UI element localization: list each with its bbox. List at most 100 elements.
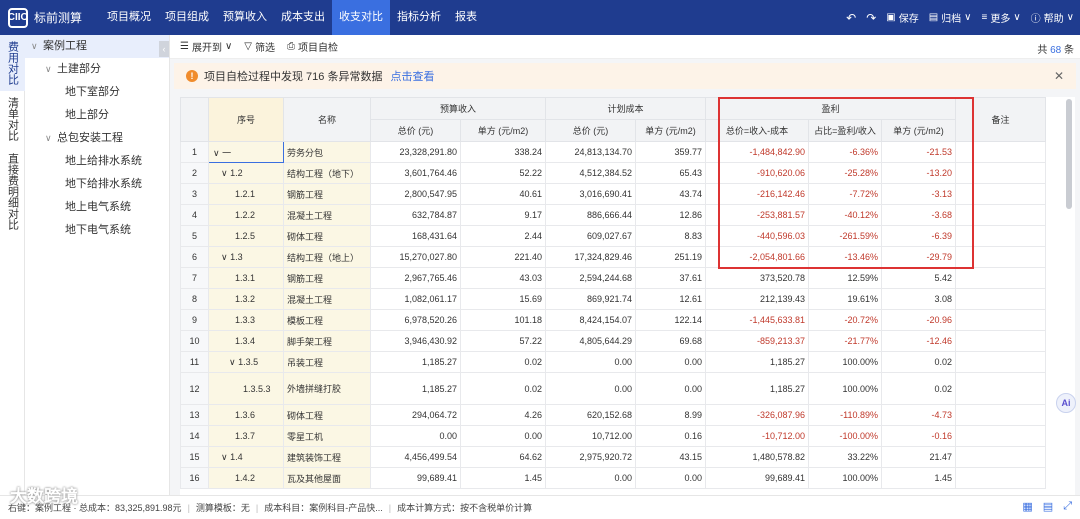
cell-plan-unit[interactable]: 122.14: [635, 309, 706, 331]
cell-budget-unit[interactable]: 338.24: [460, 141, 546, 163]
vtab-compare[interactable]: 费用对比: [0, 35, 25, 91]
alert-view-link[interactable]: 点击查看: [390, 68, 434, 84]
cell-budget-unit[interactable]: 1.45: [460, 467, 546, 489]
cell-plan-total[interactable]: 24,813,134.70: [545, 141, 636, 163]
cell-plan-total[interactable]: 4,805,644.29: [545, 330, 636, 352]
cell-profit-total[interactable]: -1,484,842.90: [705, 141, 809, 163]
cell-profit-ratio[interactable]: 100.00%: [808, 467, 882, 489]
table-row[interactable]: 1 ∨ 一劳务分包 23,328,291.80 338.24 24,813,134.70…: [180, 141, 1046, 163]
cell-seq[interactable]: 1.4.2: [208, 467, 284, 489]
cell-name[interactable]: 模板工程: [283, 309, 371, 331]
profit-ratio-header[interactable]: 占比=盈利/收入: [808, 119, 882, 142]
cell-plan-unit[interactable]: 8.83: [635, 225, 706, 247]
cell-budget-total[interactable]: 99,689.41: [370, 467, 461, 489]
cell-budget-unit[interactable]: 2.44: [460, 225, 546, 247]
vtab-compare[interactable]: 清单对比: [0, 91, 25, 147]
cell-profit-unit[interactable]: -4.73: [881, 404, 956, 426]
cell-profit-unit[interactable]: 5.42: [881, 267, 956, 289]
cell-seq[interactable]: 1.3.3: [208, 309, 284, 331]
table-row[interactable]: 2 ∨ 1.2 结构工程（地下） 3,601,764.46 52.22 4,512,384…: [180, 162, 1046, 184]
cell-seq[interactable]: ∨ 1.4: [208, 446, 284, 468]
cell-plan-total[interactable]: 869,921.74: [545, 288, 636, 310]
cell-profit-total[interactable]: -326,087.96: [705, 404, 809, 426]
cell-name[interactable]: 砌体工程: [283, 225, 371, 247]
cell-remark[interactable]: [955, 404, 1046, 426]
row-number[interactable]: 1: [180, 141, 209, 163]
cell-budget-total[interactable]: 4,456,499.54: [370, 446, 461, 468]
row-number[interactable]: 13: [180, 404, 209, 426]
cell-profit-ratio[interactable]: -21.77%: [808, 330, 882, 352]
row-number[interactable]: 14: [180, 425, 209, 447]
cell-budget-total[interactable]: 1,185.27: [370, 351, 461, 373]
tree-node[interactable]: 地下给排水系统: [25, 173, 169, 196]
table-row[interactable]: 13 1.3.6 砌体工程 294,064.72 4.26 620,152.68 8.99-…: [180, 404, 1046, 426]
cell-plan-total[interactable]: 8,424,154.07: [545, 309, 636, 331]
cell-name[interactable]: 零星工机: [283, 425, 371, 447]
cell-profit-unit[interactable]: -21.53: [881, 141, 956, 163]
cell-plan-total[interactable]: 886,666.44: [545, 204, 636, 226]
vtab-compare[interactable]: 直接费明细对比: [0, 147, 25, 236]
cell-budget-unit[interactable]: 52.22: [460, 162, 546, 184]
nav-tab[interactable]: 报表: [448, 0, 484, 35]
row-number[interactable]: 10: [180, 330, 209, 352]
table-row[interactable]: 11 ∨ 1.3.5 吊装工程 1,185.27 0.02 0.00 0.00 1,185.2…: [180, 351, 1046, 373]
cell-name[interactable]: 瓦及其他屋面: [283, 467, 371, 489]
table-row[interactable]: 5 1.2.5 砌体工程 168,431.64 2.44 609,027.67 8.83 -4…: [180, 225, 1046, 247]
row-number[interactable]: 7: [180, 267, 209, 289]
cell-profit-total[interactable]: -1,445,633.81: [705, 309, 809, 331]
table-row[interactable]: 9 1.3.3 模板工程 6,978,520.26 101.18 8,424,154.07…: [180, 309, 1046, 331]
tree-node[interactable]: 地上给排水系统: [25, 150, 169, 173]
cell-profit-total[interactable]: -440,596.03: [705, 225, 809, 247]
row-number[interactable]: 16: [180, 467, 209, 489]
cell-profit-total[interactable]: -910,620.06: [705, 162, 809, 184]
cell-budget-unit[interactable]: 0.00: [460, 425, 546, 447]
row-number[interactable]: 4: [180, 204, 209, 226]
tree-node[interactable]: 地上电气系统: [25, 196, 169, 219]
selfcheck-button[interactable]: ⎙ 项目自检: [287, 39, 338, 54]
cell-remark[interactable]: [955, 330, 1046, 352]
table-row[interactable]: 4 1.2.2 混凝土工程 632,784.87 9.17 886,666.44 12.86…: [180, 204, 1046, 226]
archive-button[interactable]: ▤ 归档 ∨: [929, 10, 972, 25]
table-row[interactable]: 6 ∨ 1.3 结构工程（地上） 15,270,027.80 221.40 17,324,…: [180, 246, 1046, 268]
cell-profit-unit[interactable]: -20.96: [881, 309, 956, 331]
cell-plan-unit[interactable]: 0.16: [635, 425, 706, 447]
cell-profit-unit[interactable]: -13.20: [881, 162, 956, 184]
cell-remark[interactable]: [955, 446, 1046, 468]
cell-budget-total[interactable]: 3,946,430.92: [370, 330, 461, 352]
cell-plan-unit[interactable]: 69.68: [635, 330, 706, 352]
cell-plan-total[interactable]: 4,512,384.52: [545, 162, 636, 184]
cell-budget-total[interactable]: 2,800,547.95: [370, 183, 461, 205]
cell-budget-unit[interactable]: 101.18: [460, 309, 546, 331]
grid-view-icon[interactable]: ▦: [1022, 500, 1032, 513]
table-row[interactable]: 15 ∨ 1.4 建筑装饰工程 4,456,499.54 64.62 2,975,920.…: [180, 446, 1046, 468]
cell-profit-total[interactable]: 1,480,578.82: [705, 446, 809, 468]
cell-remark[interactable]: [955, 467, 1046, 489]
cell-profit-unit[interactable]: 3.08: [881, 288, 956, 310]
row-number[interactable]: 12: [180, 372, 209, 405]
cell-seq[interactable]: 1.3.4: [208, 330, 284, 352]
expand-to-button[interactable]: ☰ 展开到 ∨: [180, 39, 232, 54]
tree-node[interactable]: ∨ 案例工程: [25, 35, 169, 58]
cell-name[interactable]: 脚手架工程: [283, 330, 371, 352]
tree-node[interactable]: 地下室部分: [25, 81, 169, 104]
cell-plan-unit[interactable]: 0.00: [635, 351, 706, 373]
cell-profit-unit[interactable]: 21.47: [881, 446, 956, 468]
cell-budget-unit[interactable]: 15.69: [460, 288, 546, 310]
cell-budget-unit[interactable]: 4.26: [460, 404, 546, 426]
tree-node[interactable]: ∨ 总包安装工程: [25, 127, 169, 150]
cell-remark[interactable]: [955, 183, 1046, 205]
cell-plan-unit[interactable]: 37.61: [635, 267, 706, 289]
cell-name[interactable]: 混凝土工程: [283, 288, 371, 310]
list-view-icon[interactable]: ▤: [1043, 500, 1053, 513]
cell-remark[interactable]: [955, 288, 1046, 310]
row-number[interactable]: 9: [180, 309, 209, 331]
cell-profit-unit[interactable]: -12.46: [881, 330, 956, 352]
cell-plan-total[interactable]: 10,712.00: [545, 425, 636, 447]
chevron-down-icon[interactable]: ∨: [45, 58, 57, 81]
cell-profit-ratio[interactable]: -110.89%: [808, 404, 882, 426]
cell-remark[interactable]: [955, 267, 1046, 289]
cell-profit-ratio[interactable]: -20.72%: [808, 309, 882, 331]
cell-profit-unit[interactable]: 0.02: [881, 372, 956, 405]
nav-tab[interactable]: 项目概况: [100, 0, 158, 35]
cell-plan-total[interactable]: 2,594,244.68: [545, 267, 636, 289]
